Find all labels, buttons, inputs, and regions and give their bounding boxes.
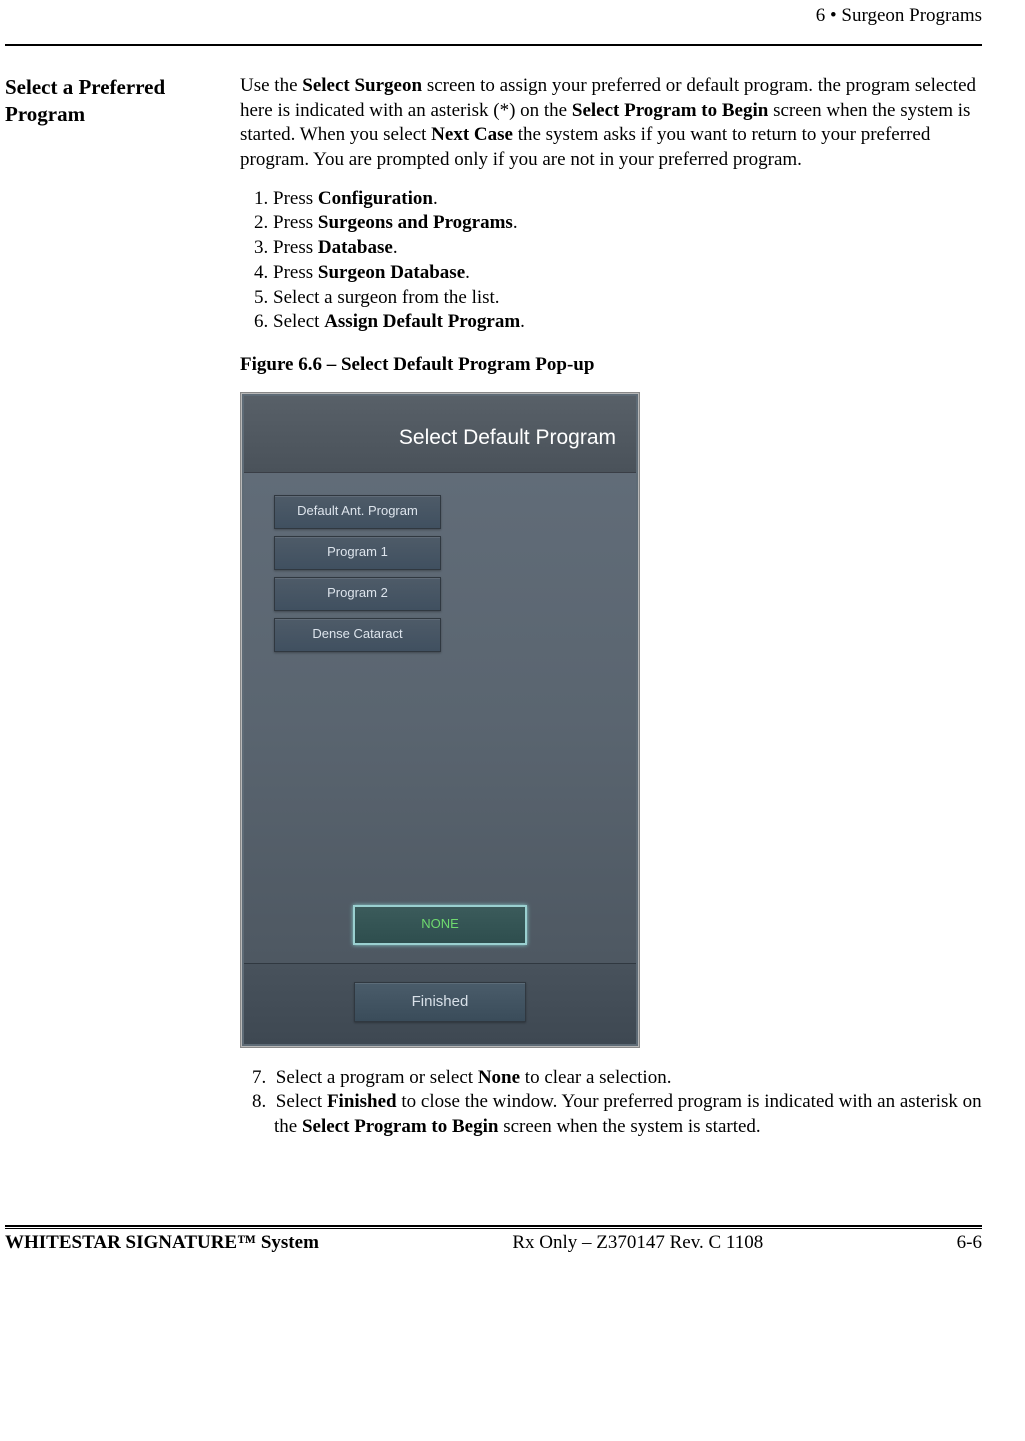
text-bold: Select Program to Begin — [302, 1116, 498, 1137]
text: Select — [273, 311, 324, 332]
text-bold: Select Program to Begin — [572, 100, 768, 121]
none-button[interactable]: NONE — [353, 905, 527, 945]
step-item: Select a surgeon from the list. — [262, 286, 987, 311]
text: . — [433, 188, 438, 209]
program-option-button[interactable]: Program 1 — [274, 536, 441, 570]
text: Press — [273, 262, 318, 283]
popup-title: Select Default Program — [244, 396, 636, 473]
footer-center: Rx Only – Z370147 Rev. C 1108 — [512, 1232, 763, 1254]
intro-paragraph: Use the Select Surgeon screen to assign … — [240, 74, 987, 173]
text: . — [520, 311, 525, 332]
section-heading-line1: Select a Preferred — [5, 75, 165, 99]
text: Use the — [240, 75, 302, 96]
section-heading: Select a Preferred Program — [0, 74, 240, 1140]
text-bold: Next Case — [431, 124, 513, 145]
step-item: 8. Select Finished to close the window. … — [254, 1090, 987, 1139]
footer-right: 6-6 — [957, 1232, 982, 1254]
steps-list-top: Press Configuration. Press Surgeons and … — [240, 187, 987, 335]
text: Select a surgeon from the list. — [273, 287, 500, 308]
program-list: Default Ant. Program Program 1 Program 2… — [244, 483, 636, 659]
text: Select — [276, 1091, 327, 1112]
step-number: 8. — [252, 1091, 266, 1112]
section-heading-line2: Program — [5, 102, 85, 126]
text-bold: Surgeons and Programs — [318, 212, 513, 233]
text-bold: Surgeon Database — [318, 262, 465, 283]
program-option-button[interactable]: Default Ant. Program — [274, 495, 441, 529]
text: . — [513, 212, 518, 233]
figure-caption: Figure 6.6 – Select Default Program Pop-… — [240, 353, 987, 378]
page-header: 6 • Surgeon Programs — [5, 0, 982, 29]
finished-button[interactable]: Finished — [354, 982, 526, 1022]
header-rule — [5, 44, 982, 46]
step-item: Press Configuration. — [262, 187, 987, 212]
program-option-button[interactable]: Program 2 — [274, 577, 441, 611]
steps-list-bottom: 7. Select a program or select None to cl… — [240, 1066, 987, 1140]
text-bold: Configuration — [318, 188, 433, 209]
step-item: Press Surgeons and Programs. — [262, 211, 987, 236]
text: to clear a selection. — [520, 1067, 671, 1088]
step-item: Press Surgeon Database. — [262, 261, 987, 286]
text: . — [465, 262, 470, 283]
text: . — [393, 237, 398, 258]
step-item: Select Assign Default Program. — [262, 310, 987, 335]
text: Select a program or select — [276, 1067, 478, 1088]
text-bold: Database — [318, 237, 393, 258]
text-bold: Finished — [327, 1091, 397, 1112]
program-option-button[interactable]: Dense Cataract — [274, 618, 441, 652]
page-footer: WHITESTAR SIGNATURE™ System Rx Only – Z3… — [5, 1225, 982, 1254]
footer-left: WHITESTAR SIGNATURE™ System — [5, 1232, 319, 1254]
step-item: Press Database. — [262, 236, 987, 261]
popup-body: Default Ant. Program Program 1 Program 2… — [244, 473, 636, 963]
popup-window: Select Default Program Default Ant. Prog… — [240, 392, 640, 1048]
text: screen when the system is started. — [498, 1116, 760, 1137]
text-bold: Assign Default Program — [324, 311, 520, 332]
popup-footer: Finished — [244, 963, 636, 1044]
text-bold: None — [478, 1067, 520, 1088]
text: Press — [273, 212, 318, 233]
step-item: 7. Select a program or select None to cl… — [254, 1066, 987, 1091]
text-bold: Select Surgeon — [302, 75, 422, 96]
text: Press — [273, 237, 318, 258]
step-number: 7. — [252, 1067, 266, 1088]
text: Press — [273, 188, 318, 209]
